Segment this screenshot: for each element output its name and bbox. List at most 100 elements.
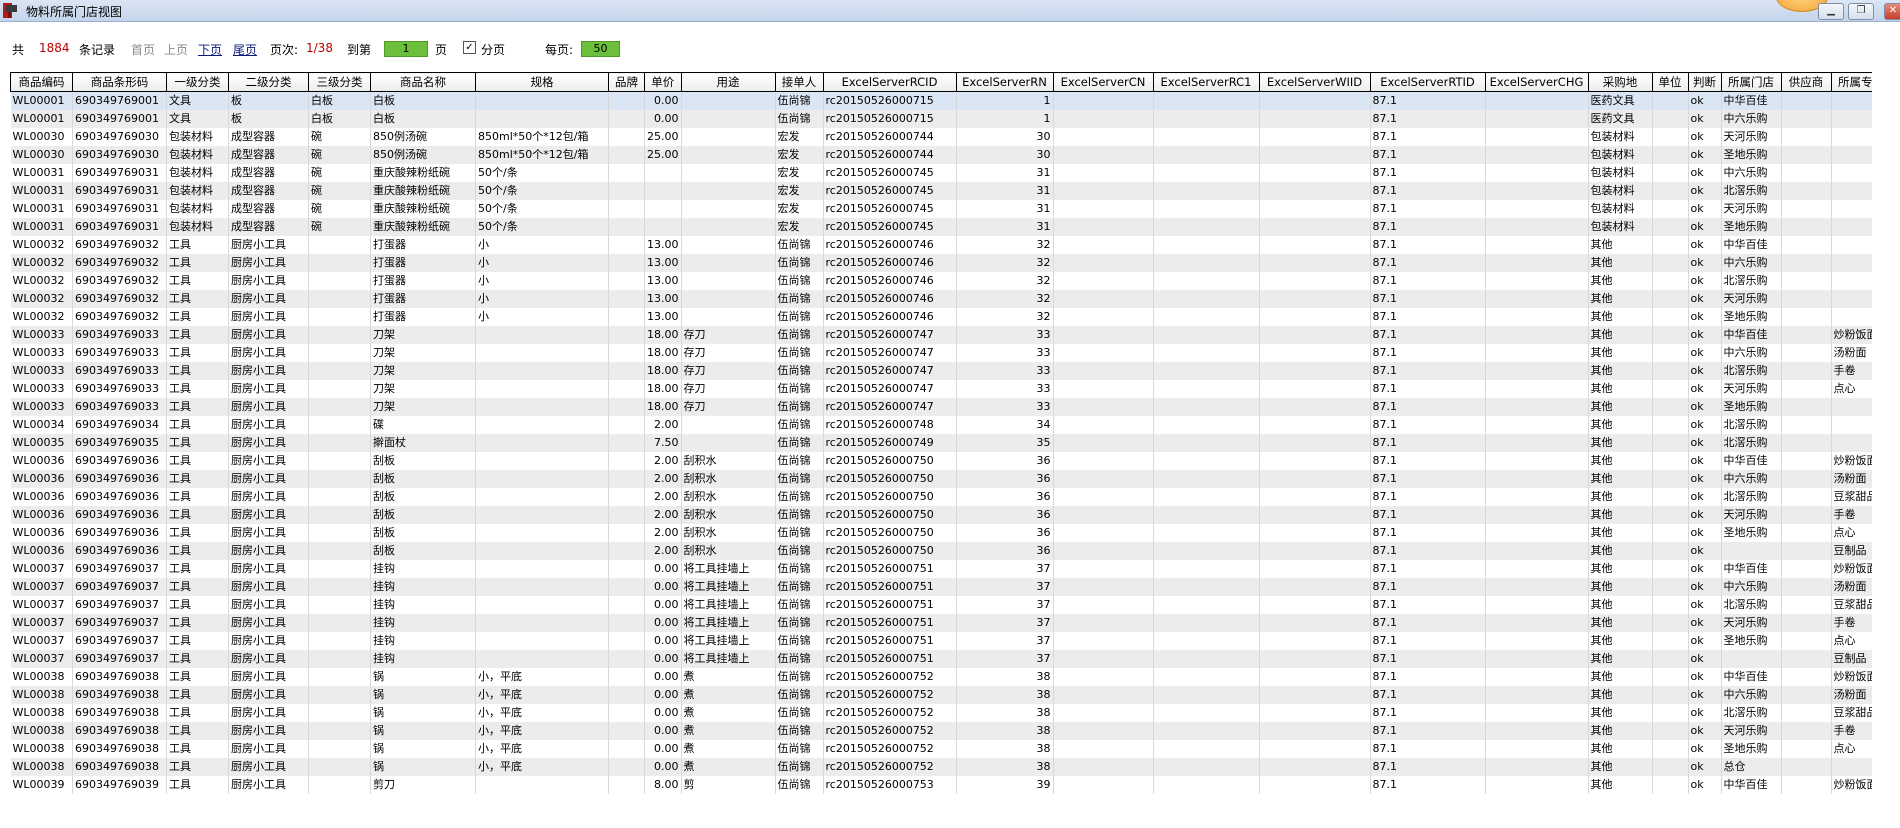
table-cell[interactable]: 13.00 — [644, 290, 682, 308]
table-cell[interactable] — [1485, 91, 1589, 110]
table-cell[interactable]: 850例汤碗 — [370, 146, 476, 164]
table-cell[interactable]: 总仓 — [1721, 758, 1782, 776]
table-cell[interactable] — [1485, 686, 1589, 704]
table-cell[interactable] — [1485, 326, 1589, 344]
table-cell[interactable] — [681, 128, 776, 146]
table-cell[interactable] — [308, 650, 371, 668]
table-row[interactable]: WL00032 690349769032 工具 厨房小工具 打蛋器小 13.00 伍尚锦 rc… — [10, 272, 1892, 290]
table-cell[interactable]: 白板 — [370, 91, 476, 110]
column-header[interactable]: ExcelServerRN — [955, 72, 1054, 92]
table-cell[interactable]: 其他 — [1588, 650, 1653, 668]
table-cell[interactable] — [475, 434, 609, 452]
table-cell[interactable]: 将工具挂墙上 — [681, 578, 776, 596]
table-cell[interactable]: 刮板 — [370, 542, 476, 560]
table-cell[interactable]: ok — [1688, 650, 1722, 668]
table-row[interactable]: WL00038 690349769038 工具 厨房小工具 锅小，平底 0.00 煮伍尚锦 r… — [10, 722, 1892, 740]
table-cell[interactable]: 工具 — [166, 632, 229, 650]
table-cell[interactable]: 伍尚锦 — [775, 380, 824, 398]
table-cell[interactable] — [1259, 290, 1371, 308]
column-header[interactable]: 商品编码 — [10, 72, 73, 92]
table-cell[interactable]: 87.1 — [1370, 128, 1486, 146]
table-cell[interactable] — [1652, 434, 1689, 452]
table-cell[interactable] — [1153, 776, 1260, 794]
table-cell[interactable]: WL00035 — [10, 434, 73, 452]
table-cell[interactable]: 刮板 — [370, 470, 476, 488]
table-cell[interactable]: 690349769038 — [72, 686, 167, 704]
table-cell[interactable]: WL00032 — [10, 272, 73, 290]
table-cell[interactable]: 工具 — [166, 398, 229, 416]
table-cell[interactable] — [1485, 524, 1589, 542]
table-cell[interactable] — [308, 470, 371, 488]
table-cell[interactable] — [1053, 470, 1154, 488]
table-cell[interactable]: 宏发 — [775, 200, 824, 218]
table-cell[interactable]: 包装材料 — [1588, 200, 1653, 218]
table-cell[interactable]: 伍尚锦 — [775, 542, 824, 560]
table-cell[interactable]: 伍尚锦 — [775, 506, 824, 524]
table-cell[interactable]: ok — [1688, 506, 1722, 524]
table-row[interactable]: WL00030 690349769030 包装材料 成型容器碗 850例汤碗 850ml*… — [10, 146, 1892, 164]
table-cell[interactable]: WL00032 — [10, 308, 73, 326]
table-cell[interactable] — [1485, 380, 1589, 398]
table-cell[interactable] — [1781, 704, 1832, 722]
table-cell[interactable]: ok — [1688, 344, 1722, 362]
table-cell[interactable] — [681, 218, 776, 236]
table-cell[interactable]: 将工具挂墙上 — [681, 614, 776, 632]
table-cell[interactable] — [608, 488, 645, 506]
table-cell[interactable]: 32 — [956, 254, 1054, 272]
table-cell[interactable]: WL00037 — [10, 560, 73, 578]
table-cell[interactable]: 工具 — [166, 776, 229, 794]
table-cell[interactable] — [1652, 776, 1689, 794]
table-cell[interactable]: ok — [1688, 452, 1722, 470]
table-cell[interactable]: 38 — [956, 686, 1054, 704]
table-cell[interactable]: rc20150526000747 — [823, 344, 957, 362]
table-cell[interactable] — [1259, 596, 1371, 614]
table-cell[interactable]: 13.00 — [644, 272, 682, 290]
table-cell[interactable]: WL00038 — [10, 704, 73, 722]
table-cell[interactable] — [1153, 254, 1260, 272]
table-cell[interactable] — [681, 164, 776, 182]
table-cell[interactable]: 其他 — [1588, 524, 1653, 542]
table-row[interactable]: WL00031 690349769031 包装材料 成型容器碗重庆酸辣粉纸碗 50个/条… — [10, 200, 1892, 218]
table-cell[interactable]: 挂钩 — [370, 560, 476, 578]
column-header[interactable]: 采购地 — [1587, 72, 1653, 92]
table-cell[interactable]: 0.00 — [644, 686, 682, 704]
table-cell[interactable]: 刮积水 — [681, 542, 776, 560]
table-cell[interactable]: 2.00 — [644, 524, 682, 542]
table-cell[interactable] — [1652, 632, 1689, 650]
table-cell[interactable]: 其他 — [1588, 416, 1653, 434]
table-cell[interactable] — [1652, 128, 1689, 146]
table-cell[interactable]: 87.1 — [1370, 380, 1486, 398]
table-cell[interactable] — [475, 452, 609, 470]
table-cell[interactable]: 工具 — [166, 668, 229, 686]
table-cell[interactable]: ok — [1688, 326, 1722, 344]
column-header[interactable]: 品牌 — [608, 72, 645, 92]
table-cell[interactable]: WL00037 — [10, 650, 73, 668]
table-cell[interactable] — [1652, 326, 1689, 344]
table-cell[interactable] — [1781, 416, 1832, 434]
table-cell[interactable]: 厨房小工具 — [228, 560, 309, 578]
table-cell[interactable]: 中六乐购 — [1721, 110, 1782, 128]
table-cell[interactable]: 87.1 — [1370, 470, 1486, 488]
table-cell[interactable]: 87.1 — [1370, 218, 1486, 236]
table-cell[interactable]: 包装材料 — [166, 182, 229, 200]
column-header[interactable]: 规格 — [475, 72, 609, 92]
table-cell[interactable]: 厨房小工具 — [228, 434, 309, 452]
table-cell[interactable]: 1 — [956, 110, 1054, 128]
table-cell[interactable] — [608, 704, 645, 722]
table-cell[interactable]: ok — [1688, 236, 1722, 254]
table-cell[interactable]: rc20150526000750 — [823, 542, 957, 560]
table-cell[interactable] — [1153, 218, 1260, 236]
table-cell[interactable]: rc20150526000747 — [823, 326, 957, 344]
table-cell[interactable]: 碗 — [308, 128, 371, 146]
table-cell[interactable] — [1153, 542, 1260, 560]
table-cell[interactable] — [475, 488, 609, 506]
table-cell[interactable] — [1259, 614, 1371, 632]
table-cell[interactable]: 87.1 — [1370, 308, 1486, 326]
table-cell[interactable]: 伍尚锦 — [775, 362, 824, 380]
table-cell[interactable] — [1259, 704, 1371, 722]
table-cell[interactable]: 煮 — [681, 758, 776, 776]
table-cell[interactable]: ok — [1688, 200, 1722, 218]
table-cell[interactable]: 690349769030 — [72, 128, 167, 146]
table-cell[interactable]: 690349769038 — [72, 722, 167, 740]
table-cell[interactable]: ok — [1688, 380, 1722, 398]
